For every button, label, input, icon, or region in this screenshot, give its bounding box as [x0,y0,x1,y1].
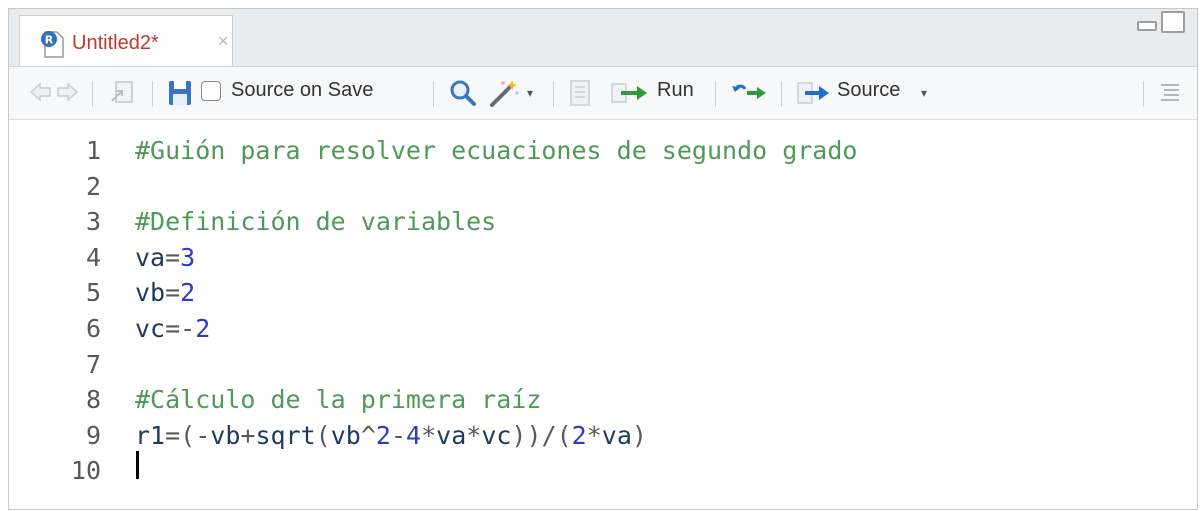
rerun-icon[interactable] [727,77,771,109]
forward-arrow-icon[interactable] [55,77,81,109]
code-token: vc [135,314,166,343]
compile-report-icon[interactable] [565,77,595,109]
code-editor[interactable]: 1 #Guión para resolver ecuaciones de segu… [9,120,1197,509]
line-number: 2 [85,171,101,201]
code-text: vb=2 [135,278,195,308]
code-token: =- [165,314,196,343]
code-text: #Cálculo de la primera raíz [135,385,541,415]
source-editor-pane: R Untitled2* × Source on Save ▾ Run Sour… [8,8,1198,510]
code-line[interactable]: 10 [9,456,1197,486]
code-token: #Cálculo de la primera raíz [135,385,542,415]
toolbar-separator [781,81,782,107]
code-token: = [165,278,181,308]
code-token: vb [135,278,166,308]
code-token: 3 [180,242,196,272]
line-number: 4 [85,242,101,272]
line-number: 9 [85,420,101,450]
code-token: 2 [375,420,391,450]
toolbar-separator [92,81,93,107]
editor-tab-strip: R Untitled2* × [9,9,1197,67]
editor-toolbar: Source on Save ▾ Run Source ▾ [9,67,1197,120]
code-token: #Definición de variables [135,207,497,237]
code-token: vb [330,420,361,450]
line-number: 10 [70,456,101,486]
code-line[interactable]: 5 vb=2 [9,278,1197,308]
tab-untitled2[interactable]: R Untitled2* × [19,15,233,66]
show-in-new-window-icon[interactable] [106,77,140,109]
code-token: * [421,420,437,450]
code-line[interactable]: 7 [9,350,1197,380]
code-text: vc=-2 [135,314,210,344]
search-icon[interactable] [447,77,479,109]
line-number: 1 [85,136,101,165]
code-token: r1 [135,420,166,450]
line-number: 3 [85,207,101,237]
code-token: #Guión para resolver ecuaciones de segun… [135,136,858,165]
code-token: 2 [195,314,211,343]
r-script-file-icon: R [40,29,66,59]
code-token: =(- [165,420,211,450]
line-number: 6 [85,314,101,343]
code-token: ))/( [511,420,572,450]
code-token: * [586,420,602,450]
chevron-down-icon: ▾ [921,86,928,100]
code-line[interactable]: 1 #Guión para resolver ecuaciones de segu… [9,136,1197,166]
source-arrow-icon [795,77,835,114]
code-token: = [165,242,181,272]
source-on-save-checkbox[interactable] [201,81,221,101]
code-token: 2 [571,420,587,450]
back-arrow-icon[interactable] [27,77,53,109]
magic-wand-icon [487,77,521,114]
code-token: va [601,420,632,450]
code-text: r1=(-vb+sqrt(vb^2-4*va*vc))/(2*va) [135,421,647,451]
code-line[interactable]: 8 #Cálculo de la primera raíz [9,385,1197,415]
code-token: ^ [360,420,376,450]
code-line[interactable]: 6 vc=-2 [9,314,1197,344]
code-text: va=3 [135,243,195,273]
source-on-save-toggle[interactable]: Source on Save [201,77,417,109]
code-token: 4 [406,420,422,450]
code-token: vb [210,420,241,450]
code-token: + [240,420,256,450]
toolbar-separator [433,81,434,107]
code-token: 2 [180,278,196,308]
tab-title: Untitled2* [72,32,159,54]
run-arrow-icon [609,77,653,114]
line-number: 7 [85,349,101,379]
line-number: 8 [85,385,101,415]
code-line[interactable]: 2 [9,172,1197,202]
code-text: #Definición de variables [135,207,496,237]
code-token: ) [631,420,647,450]
line-number: 5 [85,278,101,308]
chevron-down-icon: ▾ [527,86,534,100]
code-tools-dropdown[interactable]: ▾ [487,77,545,109]
tab-close-icon[interactable]: × [218,31,229,52]
source-button[interactable]: Source ▾ [795,77,945,109]
run-label: Run [657,79,694,101]
toolbar-separator [715,81,716,107]
code-token: * [466,420,482,450]
code-token: vc [481,420,512,450]
text-cursor [136,451,139,479]
toolbar-separator [553,81,554,107]
save-icon[interactable] [164,77,196,109]
toolbar-separator [1143,81,1144,107]
code-line[interactable]: 4 va=3 [9,243,1197,273]
source-on-save-label: Source on Save [231,79,374,101]
svg-text:R: R [45,34,54,47]
code-token: va [436,420,467,450]
code-token: va [135,242,166,272]
code-token: - [390,420,407,450]
code-token: ( [315,420,331,450]
source-label: Source [837,79,901,101]
run-button[interactable]: Run [609,77,705,109]
code-text: #Guión para resolver ecuaciones de segun… [135,136,857,166]
minimize-pane-icon[interactable] [1137,21,1157,31]
code-token: sqrt [255,420,316,450]
code-line[interactable]: 3 #Definición de variables [9,207,1197,237]
document-outline-icon[interactable] [1155,77,1185,109]
toolbar-separator [152,81,153,107]
maximize-pane-icon[interactable] [1161,11,1185,33]
code-line[interactable]: 9 r1=(-vb+sqrt(vb^2-4*va*vc))/(2*va) [9,421,1197,451]
